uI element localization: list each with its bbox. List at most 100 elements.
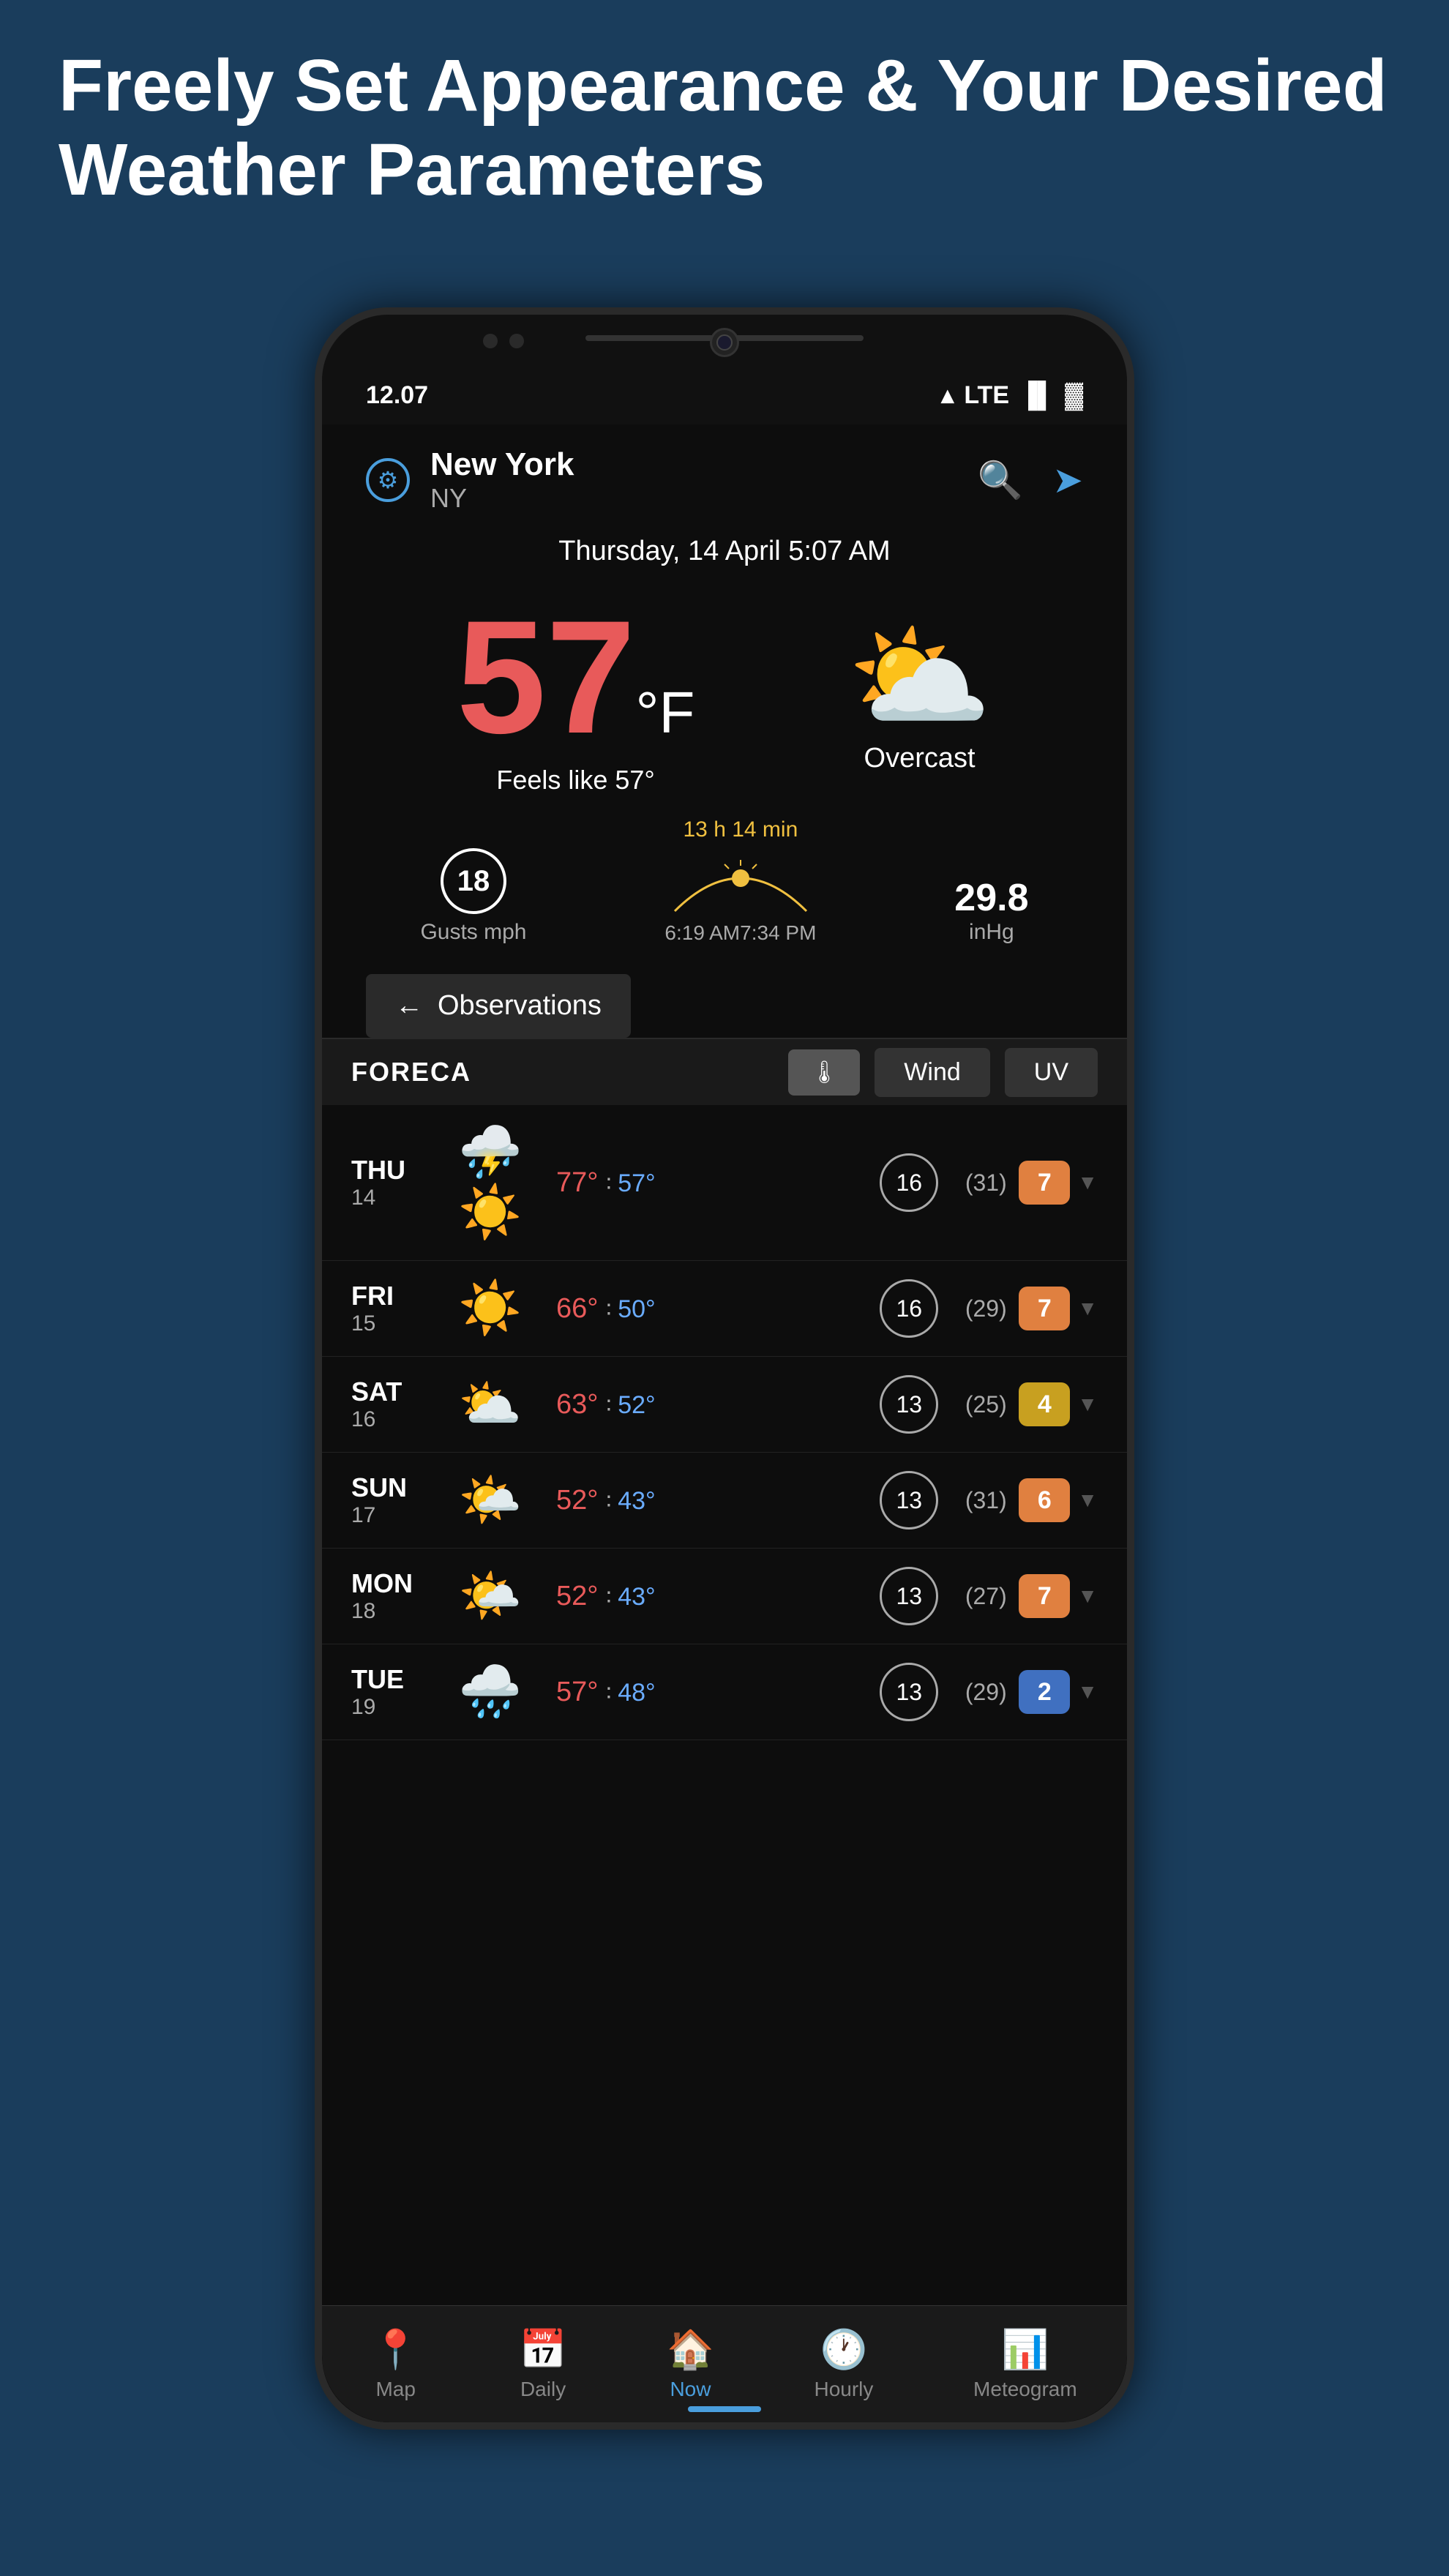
chart-icon: 📊 [1001,2327,1049,2372]
nav-item-daily[interactable]: 📅 Daily [520,2327,567,2401]
day-name: SUN [351,1472,439,1503]
sunset-time: 7:34 PM [740,921,816,945]
wind-speed-circle: 13 [880,1375,938,1434]
pressure-unit: inHg [954,920,1028,945]
state-name: NY [430,483,574,514]
location-info: ⚙ New York NY [366,446,574,514]
sun-duration: 13 h 14 min [664,817,816,842]
calendar-icon: 📅 [520,2327,567,2372]
forecast-low: 52° [618,1391,655,1419]
day-num: 18 [351,1599,439,1624]
gusts-stat: 18 Gusts mph [420,848,526,945]
observations-button[interactable]: ← Observations [366,974,631,1038]
phone-dots [483,334,524,348]
tab-wind[interactable]: Wind [875,1048,989,1097]
forecast-row[interactable]: SUN 17 🌤️ 52° ∶ 43° 13 (31) 6 ▼ [322,1453,1127,1549]
day-num: 15 [351,1311,439,1336]
observations-label: Observations [438,990,602,1022]
signal-icon: ▐▌ [1019,381,1055,410]
sun-arc-container: 13 h 14 min 6:19 AM 7:34 PM [664,817,816,945]
location-icon[interactable]: ➤ [1052,459,1083,501]
forecast-row[interactable]: SAT 16 ⛅ 63° ∶ 52° 13 (25) 4 ▼ [322,1357,1127,1453]
lte-label: LTE [964,381,1009,410]
wind-speed-circle: 13 [880,1567,938,1625]
location-text: New York NY [430,446,574,514]
nav-item-hourly[interactable]: 🕐 Hourly [814,2327,873,2401]
nav-item-map[interactable]: 📍 Map [372,2327,419,2401]
forecast-high: 52° [556,1581,598,1611]
nav-active-indicator [688,2406,761,2412]
weather-condition-icon: ⛅ [847,618,992,735]
gust-circle: 18 [441,848,506,914]
row-chevron-icon: ▼ [1077,1680,1098,1704]
forecast-condition-icon: 🌧️ [454,1662,527,1722]
page-title: Freely Set Appearance & Your Desired Wea… [59,44,1390,212]
wind-gust-value: (31) [953,1487,1019,1514]
forecast-low: 43° [618,1583,655,1611]
temperature-value: 57°F [457,596,695,757]
forecast-day: FRI 15 [351,1281,439,1336]
wind-gust-value: (31) [953,1169,1019,1197]
forecast-temps: 52° ∶ 43° [542,1581,865,1612]
pressure-value: 29.8 [954,876,1028,920]
forecast-low: 48° [618,1679,655,1707]
forecast-temps: 57° ∶ 48° [542,1677,865,1708]
wind-speed-circle: 13 [880,1471,938,1530]
tab-temperature[interactable]: 🌡 [788,1049,860,1096]
forecast-condition-icon: 🌤️ [454,1470,527,1530]
pressure-stat: 29.8 inHg [954,876,1028,945]
forecast-row[interactable]: THU 14 ⛈️☀️ 77° ∶ 57° 16 (31) 7 ▼ [322,1105,1127,1261]
bottom-nav: 📍 Map 📅 Daily 🏠 Now 🕐 Hourly 📊 [322,2305,1127,2422]
row-chevron-icon: ▼ [1077,1584,1098,1608]
day-name: FRI [351,1281,439,1311]
tab-uv[interactable]: UV [1005,1048,1098,1097]
row-chevron-icon: ▼ [1077,1171,1098,1194]
status-bar: 12.07 ▴ LTE ▐▌ ▓ [366,373,1083,417]
gusts-label: Gusts mph [420,920,526,945]
forecast-row[interactable]: MON 18 🌤️ 52° ∶ 43° 13 (27) 7 ▼ [322,1549,1127,1644]
day-name: THU [351,1155,439,1186]
nav-meteogram-label: Meteogram [973,2378,1077,2401]
forecast-condition-icon: ⛅ [454,1374,527,1434]
weather-stats: 18 Gusts mph 13 h 14 min [322,803,1127,967]
forecast-day: MON 18 [351,1568,439,1624]
forecast-row[interactable]: TUE 19 🌧️ 57° ∶ 48° 13 (29) 2 ▼ [322,1644,1127,1740]
forecast-temps: 66° ∶ 50° [542,1293,865,1325]
wind-gust-value: (25) [953,1391,1019,1418]
day-name: MON [351,1568,439,1599]
forecast-row[interactable]: FRI 15 ☀️ 66° ∶ 50° 16 (29) 7 ▼ [322,1261,1127,1357]
app-content: ⚙ New York NY 🔍 ➤ Thursday, 14 April 5:0… [322,424,1127,2422]
wind-gust-value: (29) [953,1679,1019,1706]
day-name: SAT [351,1377,439,1407]
forecast-high: 77° [556,1167,598,1198]
header-actions: 🔍 ➤ [978,459,1083,502]
phone-frame: 12.07 ▴ LTE ▐▌ ▓ ⚙ New York NY [315,307,1134,2430]
nav-item-meteogram[interactable]: 📊 Meteogram [973,2327,1077,2401]
weather-description: Overcast [847,743,992,774]
sun-arc [667,845,814,918]
forecast-low: 50° [618,1295,655,1323]
settings-icon[interactable]: ⚙ [366,458,410,502]
uv-badge: 7 [1019,1161,1070,1205]
wind-speed-circle: 16 [880,1279,938,1338]
forecast-condition-icon: 🌤️ [454,1566,527,1626]
search-icon[interactable]: 🔍 [978,459,1023,502]
home-icon: 🏠 [667,2327,714,2372]
forecast-low: 43° [618,1487,655,1515]
clock-icon: 🕐 [820,2327,868,2372]
forecast-condition-icon: ☀️ [454,1278,527,1338]
forecast-condition-icon: ⛈️☀️ [454,1123,527,1243]
city-name: New York [430,446,574,483]
forecast-day: SUN 17 [351,1472,439,1528]
nav-item-now[interactable]: 🏠 Now [667,2327,714,2401]
forecast-high: 52° [556,1485,598,1516]
day-num: 14 [351,1186,439,1210]
uv-badge: 2 [1019,1670,1070,1714]
row-chevron-icon: ▼ [1077,1489,1098,1512]
date-display: Thursday, 14 April 5:07 AM [322,528,1127,574]
phone-inner: 12.07 ▴ LTE ▐▌ ▓ ⚙ New York NY [322,315,1127,2422]
forecast-temps: 52° ∶ 43° [542,1485,865,1516]
nav-daily-label: Daily [520,2378,566,2401]
battery-icon: ▓ [1065,381,1083,410]
uv-badge: 4 [1019,1382,1070,1426]
